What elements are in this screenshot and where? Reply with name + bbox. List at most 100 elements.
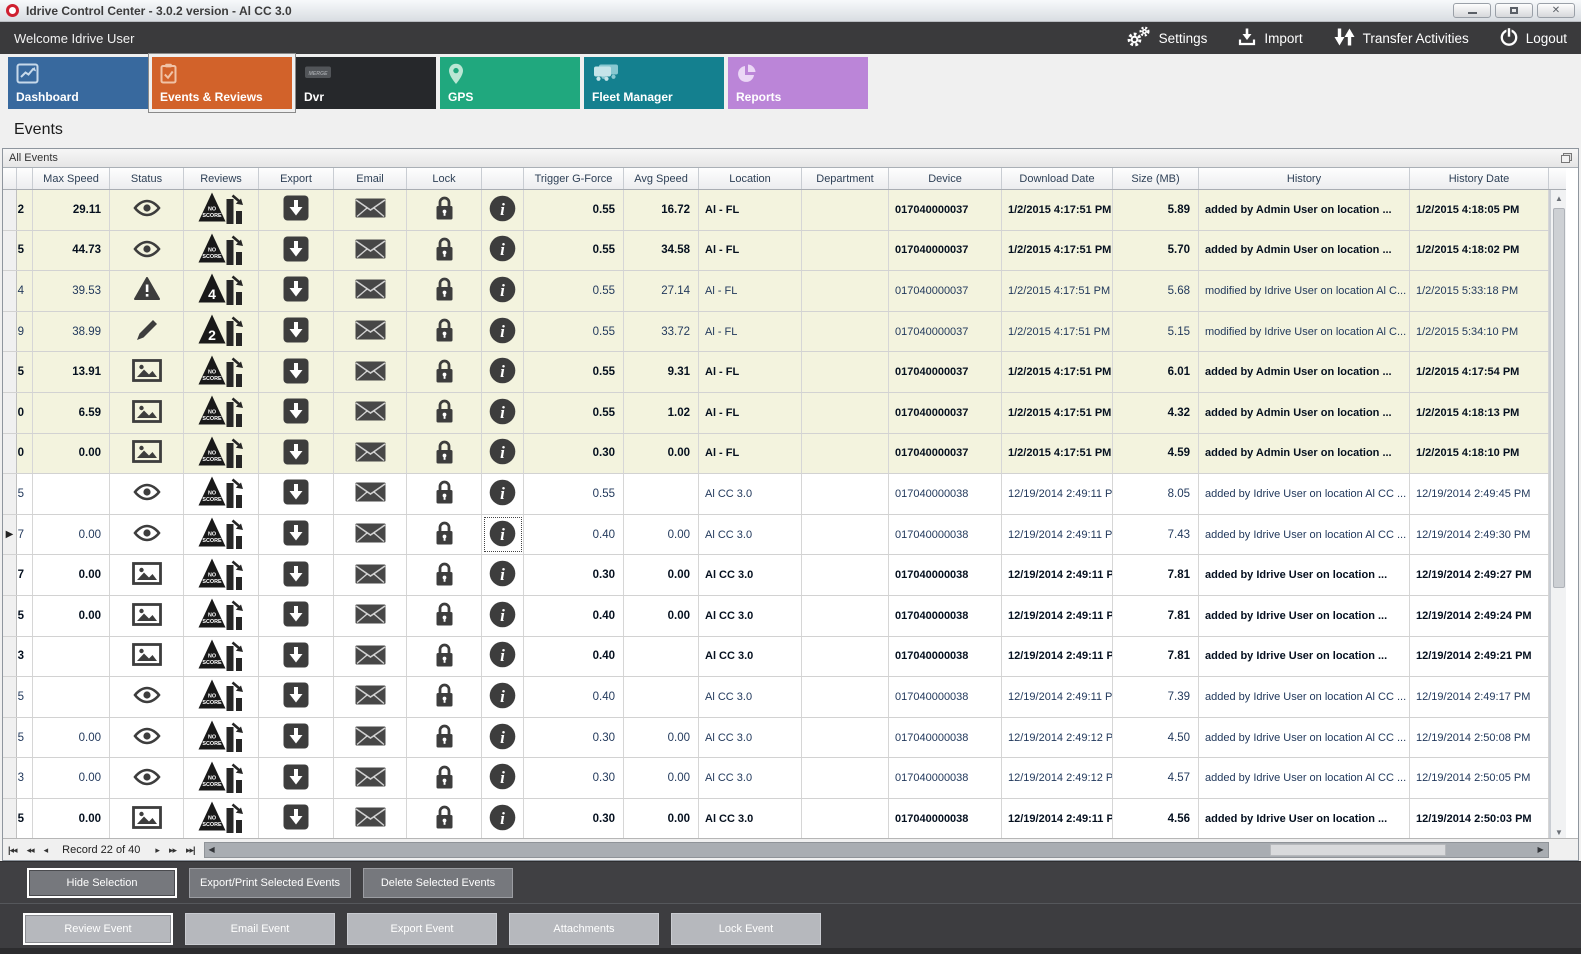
lock-icon[interactable] bbox=[434, 682, 455, 711]
email-icon[interactable] bbox=[355, 685, 386, 708]
column-header-history-date[interactable]: History Date bbox=[1410, 168, 1549, 189]
info-cell[interactable]: i bbox=[482, 271, 524, 311]
column-header-reviews[interactable]: Reviews bbox=[184, 168, 259, 189]
export-icon[interactable] bbox=[283, 317, 309, 346]
table-row[interactable]: 5NOSCOREi0.40Al CC 3.001704000003812/19/… bbox=[3, 677, 1549, 718]
export-cell[interactable] bbox=[259, 718, 334, 758]
reviews-cell[interactable]: NOSCORE bbox=[184, 190, 259, 230]
email-cell[interactable] bbox=[334, 231, 407, 271]
column-header-lock[interactable]: Lock bbox=[407, 168, 482, 189]
export-icon[interactable] bbox=[283, 804, 309, 833]
reviews-cell[interactable]: NOSCORE bbox=[184, 434, 259, 474]
export-print-selected-events-button[interactable]: Export/Print Selected Events bbox=[189, 868, 351, 898]
row-select-gutter[interactable] bbox=[3, 758, 17, 798]
reviews-cell[interactable]: NOSCORE bbox=[184, 352, 259, 392]
email-cell[interactable] bbox=[334, 555, 407, 595]
info-icon[interactable]: i bbox=[489, 641, 516, 671]
row-select-gutter[interactable] bbox=[3, 474, 17, 514]
info-icon[interactable]: i bbox=[489, 276, 516, 306]
row-select-gutter[interactable] bbox=[3, 393, 17, 433]
table-row[interactable]: 3NOSCOREi0.40Al CC 3.001704000003812/19/… bbox=[3, 637, 1549, 678]
lock-icon[interactable] bbox=[434, 520, 455, 549]
export-cell[interactable] bbox=[259, 515, 334, 555]
email-icon[interactable] bbox=[355, 401, 386, 424]
export-cell[interactable] bbox=[259, 758, 334, 798]
next-record-button[interactable]: ▸ bbox=[150, 845, 164, 855]
info-cell[interactable]: i bbox=[482, 637, 524, 677]
email-icon[interactable] bbox=[355, 442, 386, 465]
scroll-left-icon[interactable]: ◀ bbox=[205, 843, 219, 857]
info-icon[interactable]: i bbox=[489, 479, 516, 509]
reviews-cell[interactable]: NOSCORE bbox=[184, 474, 259, 514]
tab-dvr[interactable]: MERGEDvr bbox=[296, 57, 436, 109]
email-icon[interactable] bbox=[355, 239, 386, 262]
table-row[interactable]: 5NOSCOREi0.55Al CC 3.001704000003812/19/… bbox=[3, 474, 1549, 515]
export-cell[interactable] bbox=[259, 271, 334, 311]
column-header-device[interactable]: Device bbox=[889, 168, 1002, 189]
info-cell[interactable]: i bbox=[482, 718, 524, 758]
settings-button[interactable]: Settings bbox=[1125, 25, 1208, 51]
email-cell[interactable] bbox=[334, 474, 407, 514]
row-select-gutter[interactable] bbox=[3, 352, 17, 392]
lock-icon[interactable] bbox=[434, 723, 455, 752]
table-row[interactable]: 544.73NOSCOREi0.5534.58Al - FL0170400000… bbox=[3, 231, 1549, 272]
lock-icon[interactable] bbox=[434, 317, 455, 346]
lock-cell[interactable] bbox=[407, 515, 482, 555]
reviews-cell[interactable]: NOSCORE bbox=[184, 799, 259, 839]
email-icon[interactable] bbox=[355, 726, 386, 749]
lock-icon[interactable] bbox=[434, 358, 455, 387]
reviews-cell[interactable]: NOSCORE bbox=[184, 596, 259, 636]
lock-cell[interactable] bbox=[407, 799, 482, 839]
table-row[interactable]: 50.00NOSCOREi0.400.00Al CC 3.00170400000… bbox=[3, 596, 1549, 637]
export-cell[interactable] bbox=[259, 474, 334, 514]
reviews-cell[interactable]: NOSCORE bbox=[184, 758, 259, 798]
email-icon[interactable] bbox=[355, 523, 386, 546]
lock-icon[interactable] bbox=[434, 642, 455, 671]
attachments-button[interactable]: Attachments bbox=[509, 913, 659, 945]
table-row[interactable]: 439.534i0.5527.14Al - FL0170400000371/2/… bbox=[3, 271, 1549, 312]
table-row[interactable]: 06.59NOSCOREi0.551.02Al - FL017040000037… bbox=[3, 393, 1549, 434]
row-select-gutter[interactable] bbox=[3, 190, 17, 230]
email-icon[interactable] bbox=[355, 604, 386, 627]
delete-selected-events-button[interactable]: Delete Selected Events bbox=[363, 868, 513, 898]
info-icon[interactable]: i bbox=[489, 560, 516, 590]
table-row[interactable]: 229.11NOSCOREi0.5516.72Al - FL0170400000… bbox=[3, 190, 1549, 231]
review-event-button[interactable]: Review Event bbox=[23, 913, 173, 945]
column-header-department[interactable]: Department bbox=[802, 168, 889, 189]
info-icon[interactable]: i bbox=[489, 601, 516, 631]
export-icon[interactable] bbox=[283, 642, 309, 671]
export-icon[interactable] bbox=[283, 398, 309, 427]
lock-cell[interactable] bbox=[407, 596, 482, 636]
info-cell[interactable]: i bbox=[482, 231, 524, 271]
table-row[interactable]: 938.992i0.5533.72Al - FL0170400000371/2/… bbox=[3, 312, 1549, 353]
info-icon[interactable]: i bbox=[489, 438, 516, 468]
export-icon[interactable] bbox=[283, 520, 309, 549]
email-cell[interactable] bbox=[334, 434, 407, 474]
export-icon[interactable] bbox=[283, 601, 309, 630]
info-icon[interactable]: i bbox=[489, 317, 516, 347]
email-icon[interactable] bbox=[355, 361, 386, 384]
vertical-scroll-thumb[interactable] bbox=[1553, 208, 1565, 588]
scroll-up-icon[interactable]: ▲ bbox=[1551, 190, 1567, 206]
reviews-cell[interactable]: NOSCORE bbox=[184, 555, 259, 595]
first-record-button[interactable]: |◂◂ bbox=[3, 845, 22, 855]
last-record-button[interactable]: ▸▸| bbox=[181, 845, 200, 855]
info-cell[interactable]: i bbox=[482, 190, 524, 230]
export-icon[interactable] bbox=[283, 439, 309, 468]
email-icon[interactable] bbox=[355, 198, 386, 221]
lock-cell[interactable] bbox=[407, 231, 482, 271]
lock-cell[interactable] bbox=[407, 352, 482, 392]
email-icon[interactable] bbox=[355, 320, 386, 343]
info-icon[interactable]: i bbox=[489, 763, 516, 793]
column-header-trigger-g-force[interactable]: Trigger G-Force bbox=[524, 168, 624, 189]
export-icon[interactable] bbox=[283, 561, 309, 590]
export-cell[interactable] bbox=[259, 190, 334, 230]
info-icon[interactable]: i bbox=[489, 357, 516, 387]
email-event-button[interactable]: Email Event bbox=[185, 913, 335, 945]
info-cell[interactable]: i bbox=[482, 312, 524, 352]
reviews-cell[interactable]: 2 bbox=[184, 312, 259, 352]
lock-icon[interactable] bbox=[434, 195, 455, 224]
email-cell[interactable] bbox=[334, 271, 407, 311]
info-cell[interactable]: i bbox=[482, 515, 524, 555]
info-icon[interactable]: i bbox=[489, 520, 516, 550]
